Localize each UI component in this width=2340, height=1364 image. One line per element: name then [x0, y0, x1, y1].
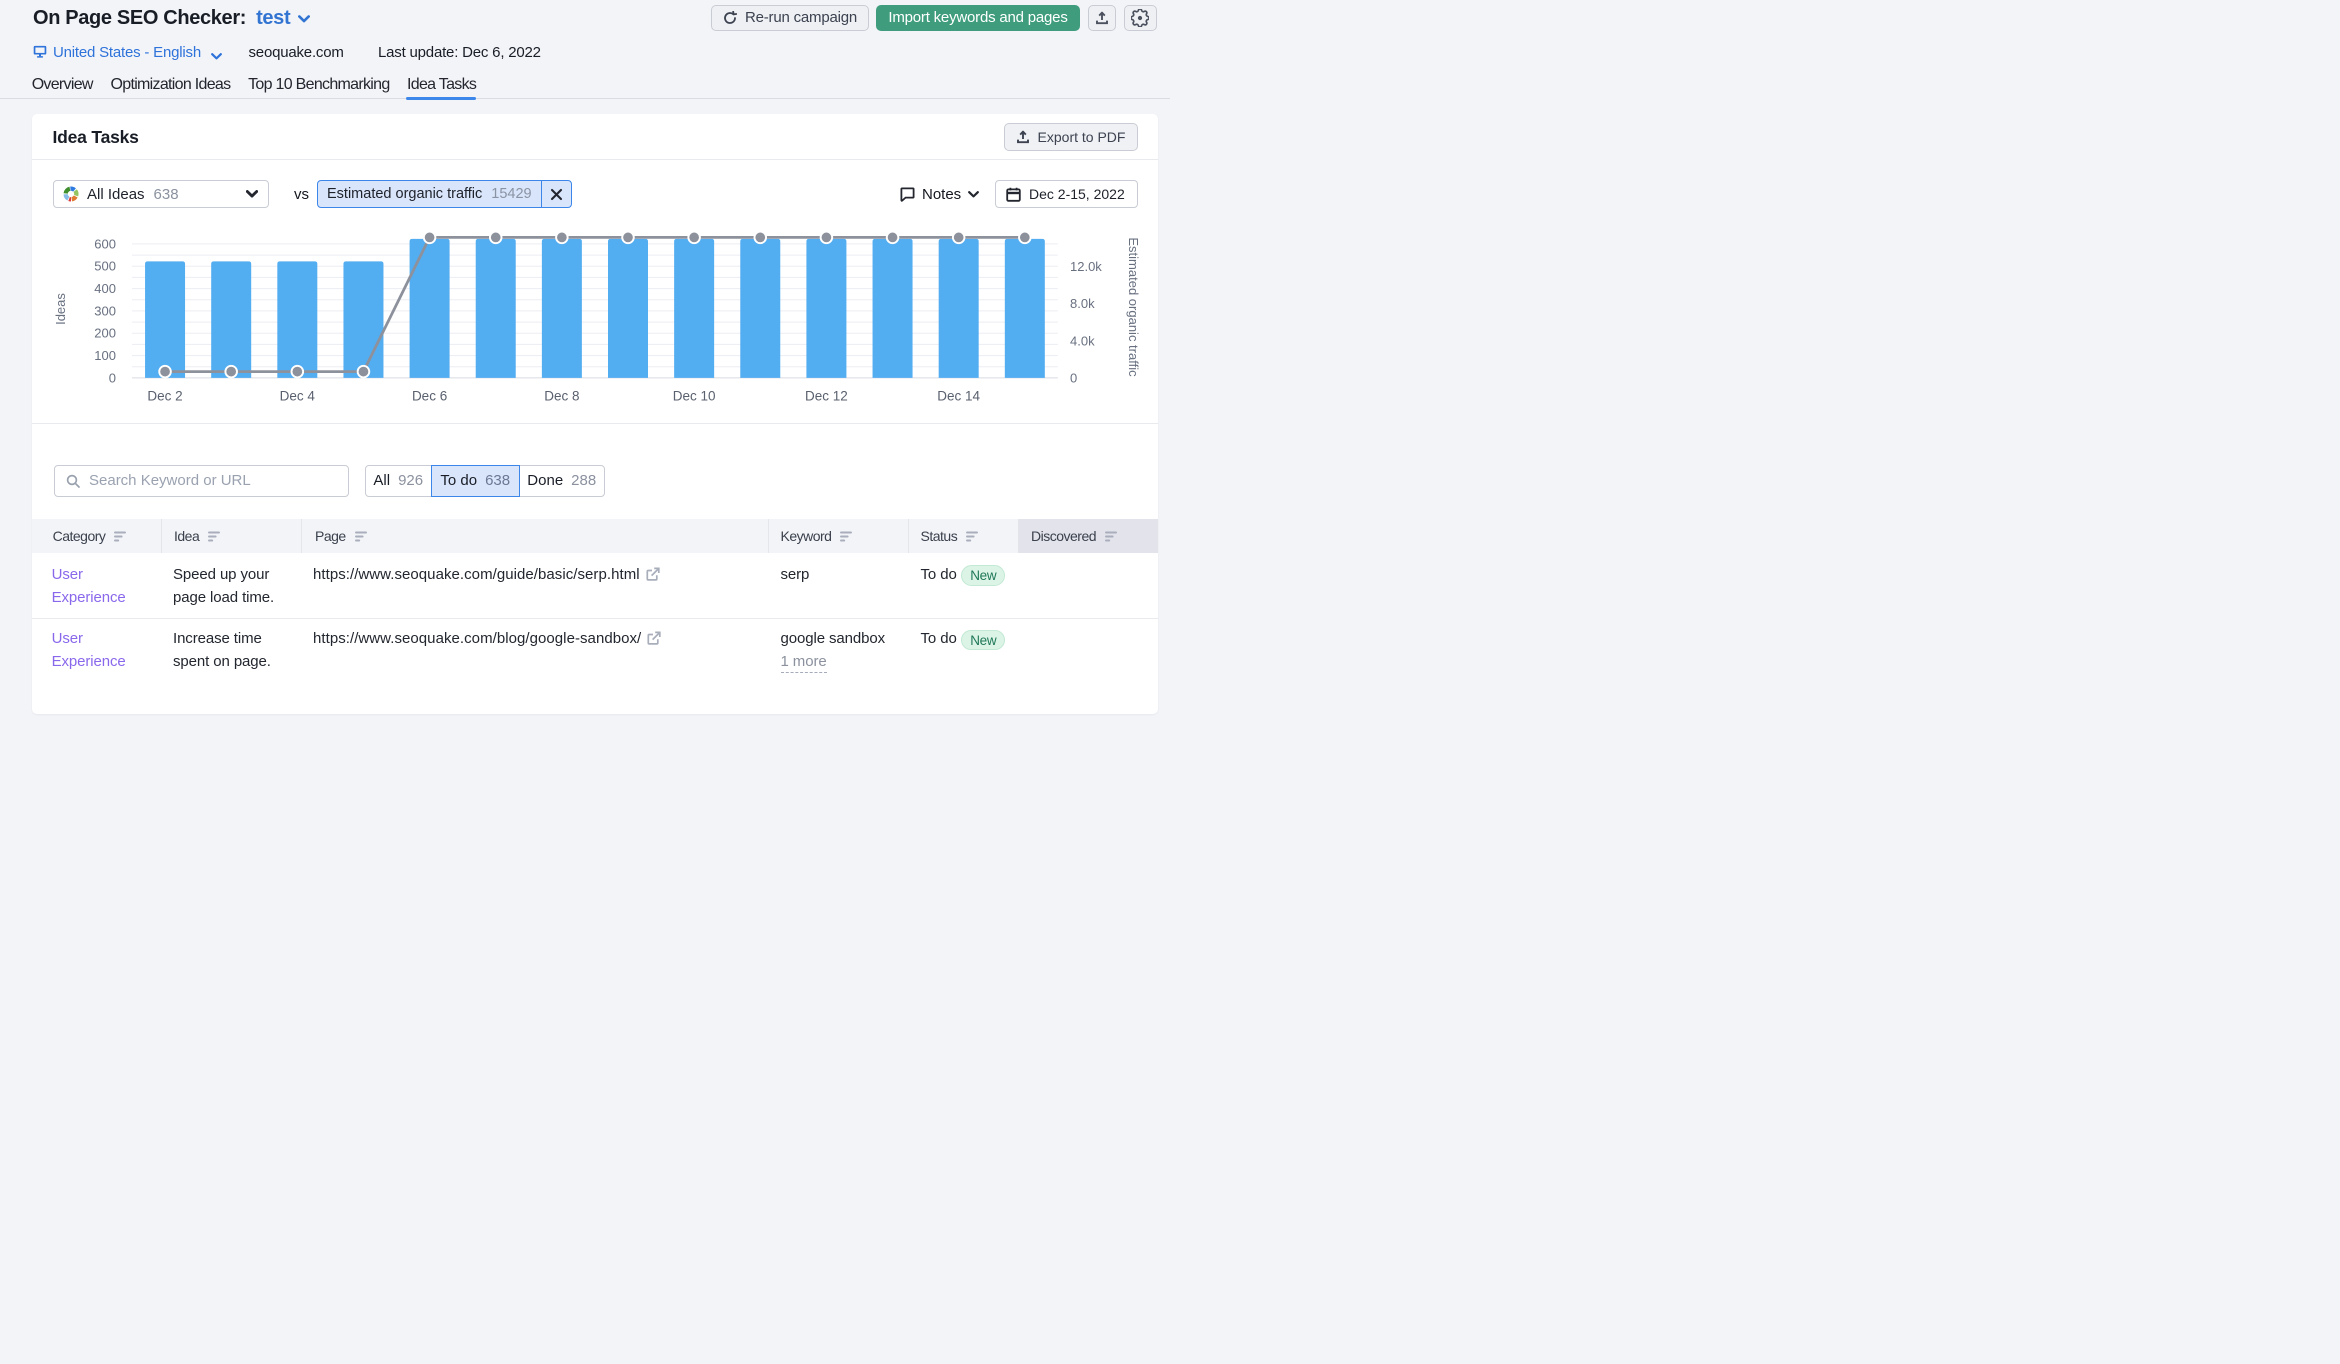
svg-text:Ideas: Ideas [53, 293, 68, 325]
svg-text:12.0k: 12.0k [1070, 259, 1102, 274]
svg-text:Estimated organic traffic: Estimated organic traffic [1126, 237, 1141, 377]
svg-text:Dec 10: Dec 10 [673, 389, 716, 404]
svg-text:600: 600 [94, 236, 116, 251]
svg-text:0: 0 [1070, 370, 1077, 385]
svg-text:4.0k: 4.0k [1070, 333, 1095, 348]
svg-text:Dec 6: Dec 6 [412, 389, 447, 404]
svg-text:500: 500 [94, 259, 116, 274]
svg-text:200: 200 [94, 326, 116, 341]
svg-text:8.0k: 8.0k [1070, 296, 1095, 311]
svg-text:100: 100 [94, 348, 116, 363]
svg-text:Dec 14: Dec 14 [937, 389, 980, 404]
svg-text:0: 0 [109, 370, 116, 385]
svg-text:300: 300 [94, 303, 116, 318]
svg-text:Dec 4: Dec 4 [280, 389, 316, 404]
svg-text:Dec 12: Dec 12 [805, 389, 848, 404]
svg-text:Dec 2: Dec 2 [147, 389, 182, 404]
svg-text:400: 400 [94, 281, 116, 296]
svg-text:Dec 8: Dec 8 [544, 389, 579, 404]
